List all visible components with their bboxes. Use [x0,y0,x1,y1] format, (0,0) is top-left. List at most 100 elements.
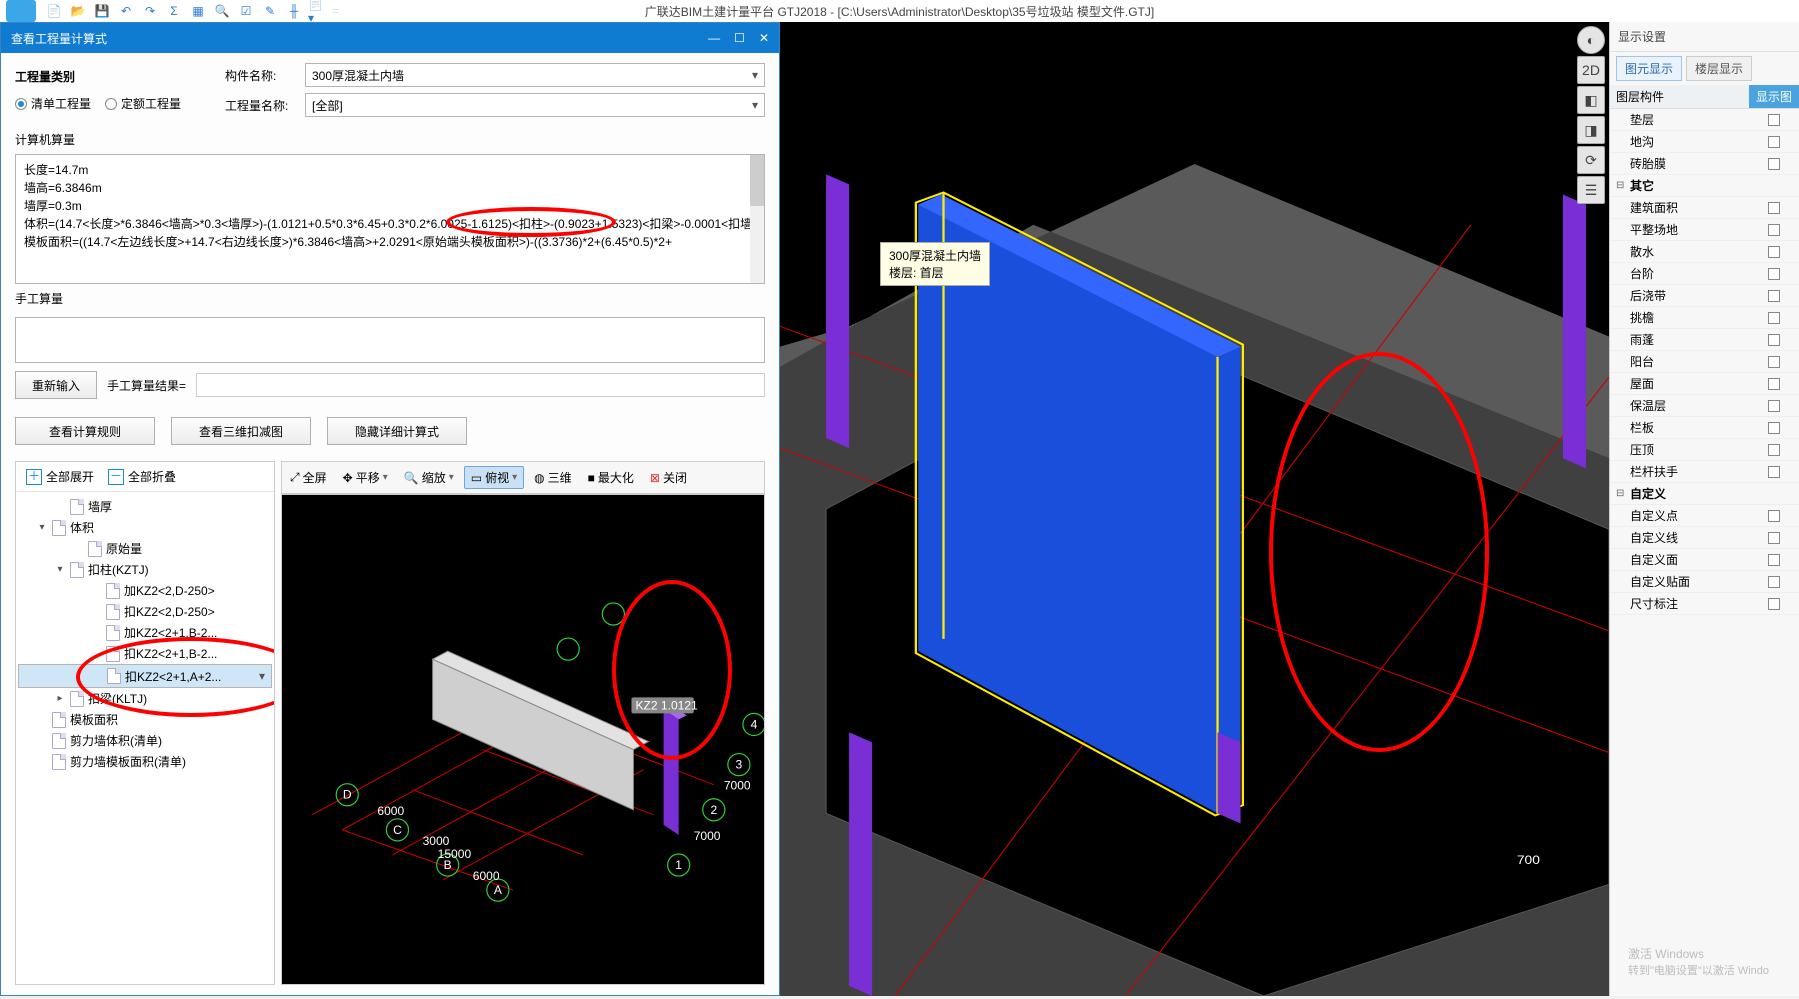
main-3d-viewport[interactable]: 700 300厚混凝土内墙 楼层: 首层 ◐ 2D ◧ ◨ ⟳ ☰ [780,22,1609,996]
tree-node[interactable]: 扣KZ2<2,D-250> [18,601,272,622]
three-d-button[interactable]: ◍三维 [528,467,578,488]
tree-node[interactable]: 剪力墙体积(清单) [18,730,272,751]
checkbox[interactable] [1768,312,1780,324]
checkbox[interactable] [1768,158,1780,170]
collapse-icon[interactable]: ⊟ [1616,488,1626,499]
checkbox[interactable] [1768,466,1780,478]
tree-panel: 全部展开 全部折叠 墙厚 ▾体积 原始量 ▾扣柱(KZTJ) 加KZ2<2,D-… [15,461,275,985]
maximize-icon[interactable]: ☐ [734,31,745,45]
pan-button[interactable]: ✥平移 [337,467,394,488]
checkbox[interactable] [1768,510,1780,522]
page-icon [88,541,102,557]
undo-icon[interactable]: ↶ [116,2,136,20]
orbit-icon[interactable]: ◐ [1577,26,1605,54]
expand-all-button[interactable]: 全部展开 [20,466,100,487]
perspective-button[interactable]: ▭俯视 [464,466,524,489]
tree-node[interactable]: 原始量 [18,538,272,559]
manual-section-label: 手工算量 [15,290,765,307]
tree-node[interactable]: ▸扣梁(KLTJ) [18,688,272,709]
reenter-button[interactable]: 重新输入 [15,371,97,399]
component-name-select[interactable]: 300厚混凝土内墙 [305,63,765,87]
tree-node[interactable]: ▾扣柱(KZTJ) [18,559,272,580]
tree-node[interactable]: 墙厚 [18,496,272,517]
zoom-button[interactable]: 🔍缩放 [398,467,460,488]
save-icon[interactable]: 💾 [92,2,112,20]
grid-icon[interactable]: ▦ [188,2,208,20]
checkbox[interactable] [1768,356,1780,368]
tree-node[interactable]: ▾体积 [18,517,272,538]
checkbox[interactable] [1768,246,1780,258]
checkbox[interactable] [1768,444,1780,456]
2d-icon[interactable]: 2D [1577,56,1605,84]
qty-name-select[interactable]: [全部] [305,93,765,117]
tree-node[interactable]: 模板面积 [18,709,272,730]
list-icon[interactable]: ☰ [1577,176,1605,204]
svg-text:KZ2 1.0121: KZ2 1.0121 [635,698,698,712]
tab-floor-display[interactable]: 楼层显示 [1686,56,1752,81]
window-icon: ■ [588,471,595,485]
open-file-icon[interactable]: 📂 [68,2,88,20]
element-tooltip: 300厚混凝土内墙 楼层: 首层 [880,242,990,286]
checkbox[interactable] [1768,136,1780,148]
cube-side-icon[interactable]: ◨ [1577,116,1605,144]
svg-text:700: 700 [1517,853,1540,867]
radio-quota-qty[interactable]: 定额工程量 [105,95,181,112]
svg-text:15000: 15000 [438,847,472,861]
checkbox[interactable] [1768,532,1780,544]
collapse-icon[interactable]: ⊟ [1616,180,1626,191]
formula-line: 长度=14.7m [24,161,756,179]
close-icon[interactable]: ✕ [759,31,769,45]
mini-3d-viewport[interactable]: KZ2 1.0121 D C B A [281,494,765,985]
checkbox[interactable] [1768,554,1780,566]
fullscreen-button[interactable]: ⤢全屏 [284,467,333,488]
sigma-icon[interactable]: Σ [164,2,184,20]
tree-node[interactable]: 加KZ2<2+1,B-2... [18,622,272,643]
hide-detail-button[interactable]: 隐藏详细计算式 [327,417,467,445]
page-icon[interactable]: 📄▾ [308,2,328,20]
checkbox[interactable] [1768,224,1780,236]
new-file-icon[interactable]: 📄 [44,2,64,20]
svg-text:D: D [343,788,352,802]
checkbox[interactable] [1768,400,1780,412]
magnify-icon[interactable]: 🔍 [212,2,232,20]
cube-front-icon[interactable]: ◧ [1577,86,1605,114]
manual-input[interactable] [15,317,765,363]
layer-grid: 垫层 地沟 砖胎膜 ⊟其它 建筑面积 平整场地 散水 台阶 后浇带 挑檐 雨蓬 … [1610,109,1799,996]
maximize-button[interactable]: ■最大化 [582,467,640,488]
calc-dialog: 查看工程量计算式 — ☐ ✕ 工程量类别 清单工程量 定额工程量 构件名称: [0,22,780,996]
ruler-icon[interactable]: ╫ [284,2,304,20]
checkbox[interactable] [1768,268,1780,280]
collapse-all-button[interactable]: 全部折叠 [102,466,182,487]
page-icon [106,646,120,662]
checkbox[interactable] [1768,334,1780,346]
formula-scrollbar[interactable] [750,155,764,283]
tree-node[interactable]: 加KZ2<2,D-250> [18,580,272,601]
checkbox[interactable] [1768,202,1780,214]
redo-icon[interactable]: ↷ [140,2,160,20]
minimize-icon[interactable]: — [708,31,720,45]
deduct-3d-button[interactable]: 查看三维扣减图 [171,417,311,445]
rules-button[interactable]: 查看计算规则 [15,417,155,445]
page-icon [52,520,66,536]
radio-list-qty[interactable]: 清单工程量 [15,95,91,112]
checkbox[interactable] [1768,576,1780,588]
svg-text:6000: 6000 [377,804,404,818]
check-icon[interactable]: ☑ [236,2,256,20]
close-icon: ⊠ [650,471,660,485]
edit-icon[interactable]: ✎ [260,2,280,20]
manual-result-field[interactable] [196,373,765,397]
calc-section-label: 计算机算量 [15,131,765,148]
tab-view-elements[interactable]: 图元显示 [1616,56,1682,81]
checkbox[interactable] [1768,114,1780,126]
tree-node[interactable]: 剪力墙模板面积(清单) [18,751,272,772]
tree-node[interactable]: 扣KZ2<2+1,A+2... [18,664,272,688]
checkbox[interactable] [1768,422,1780,434]
tree-node[interactable]: 扣KZ2<2+1,B-2... [18,643,272,664]
close-view-button[interactable]: ⊠关闭 [644,467,693,488]
cube-icon: ◍ [534,471,544,485]
checkbox[interactable] [1768,290,1780,302]
view-cube-toolbar: ◐ 2D ◧ ◨ ⟳ ☰ [1577,26,1605,204]
rotate-icon[interactable]: ⟳ [1577,146,1605,174]
checkbox[interactable] [1768,598,1780,610]
checkbox[interactable] [1768,378,1780,390]
